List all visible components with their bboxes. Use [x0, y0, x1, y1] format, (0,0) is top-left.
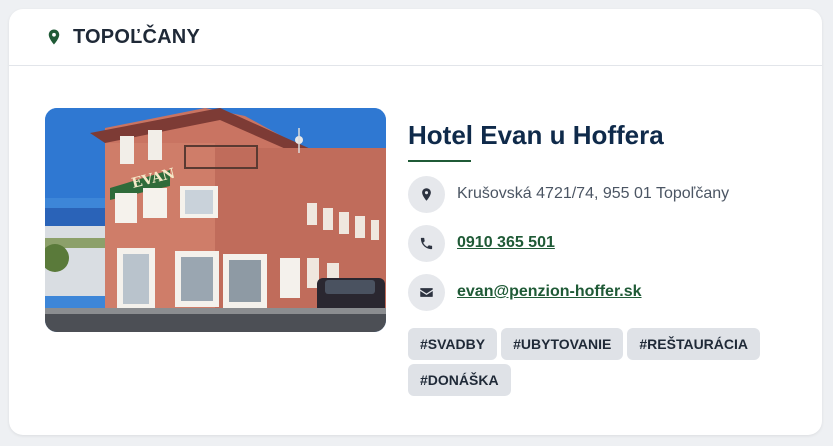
hotel-card: TOPOĽČANY EVAN Hotel Evan u Hoffera Kruš…: [9, 9, 822, 435]
hotel-name: Hotel Evan u Hoffera: [408, 120, 664, 150]
phone-row: 0910 365 501: [408, 224, 808, 262]
map-pin-icon: [45, 28, 63, 46]
phone-icon: [408, 224, 445, 262]
address-text: Krušovská 4721/74, 955 01 Topoľčany: [457, 185, 730, 202]
email-row: evan@penzion-hoffer.sk: [408, 273, 808, 311]
hotel-photo[interactable]: EVAN: [45, 108, 386, 332]
tag-donaska[interactable]: #DONÁŠKA: [408, 364, 511, 396]
hotel-info: Hotel Evan u Hoffera Krušovská 4721/74, …: [408, 117, 808, 396]
map-pin-icon: [408, 175, 445, 213]
email-link[interactable]: evan@penzion-hoffer.sk: [457, 283, 642, 301]
tag-svadby[interactable]: #SVADBY: [408, 328, 498, 360]
envelope-icon: [408, 273, 445, 311]
tag-ubytovanie[interactable]: #UBYTOVANIE: [501, 328, 624, 360]
card-header: TOPOĽČANY: [9, 9, 822, 66]
tag-restauracia[interactable]: #REŠTAURÁCIA: [627, 328, 761, 360]
city-heading: TOPOĽČANY: [73, 25, 200, 48]
address-row: Krušovská 4721/74, 955 01 Topoľčany: [408, 175, 808, 213]
tag-list: #SVADBY #UBYTOVANIE #REŠTAURÁCIA #DONÁŠK…: [408, 328, 768, 396]
title-underline: [408, 160, 471, 162]
phone-link[interactable]: 0910 365 501: [457, 234, 555, 252]
